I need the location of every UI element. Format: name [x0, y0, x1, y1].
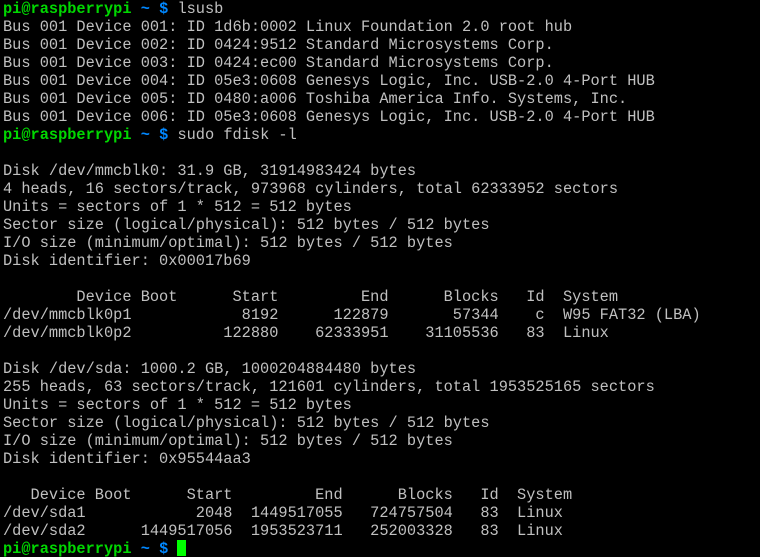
output-line: Units = sectors of 1 * 512 = 512 bytes	[3, 198, 352, 216]
prompt-user-host: pi@raspberrypi	[3, 0, 132, 18]
output-line: 4 heads, 16 sectors/track, 973968 cylind…	[3, 180, 619, 198]
output-line: Bus 001 Device 003: ID 0424:ec00 Standar…	[3, 54, 554, 72]
output-line: Bus 001 Device 001: ID 1d6b:0002 Linux F…	[3, 18, 573, 36]
partition-row: /dev/sda2 1449517056 1953523711 25200332…	[3, 522, 563, 540]
partition-table-header: Device Boot Start End Blocks Id System	[3, 288, 619, 306]
output-line: Sector size (logical/physical): 512 byte…	[3, 216, 490, 234]
output-line: Bus 001 Device 005: ID 0480:a006 Toshiba…	[3, 90, 628, 108]
prompt-line: pi@raspberrypi ~ $ lsusb	[3, 0, 760, 18]
prompt-symbol: $	[159, 0, 169, 18]
output-line: 255 heads, 63 sectors/track, 121601 cyli…	[3, 378, 655, 396]
command-text: lsusb	[177, 0, 224, 18]
output-line: Bus 001 Device 004: ID 05e3:0608 Genesys…	[3, 72, 655, 90]
prompt-line: pi@raspberrypi ~ $ sudo fdisk -l	[3, 126, 760, 144]
text-cursor	[177, 540, 187, 556]
output-line: I/O size (minimum/optimal): 512 bytes / …	[3, 432, 453, 450]
output-line: Disk /dev/sda: 1000.2 GB, 1000204884480 …	[3, 360, 417, 378]
partition-row: /dev/mmcblk0p1 8192 122879 57344 c W95 F…	[3, 306, 701, 324]
prompt-symbol: $	[159, 126, 169, 144]
partition-row: /dev/mmcblk0p2 122880 62333951 31105536 …	[3, 324, 609, 342]
prompt-user-host: pi@raspberrypi	[3, 126, 132, 144]
partition-row: /dev/sda1 2048 1449517055 724757504 83 L…	[3, 504, 563, 522]
prompt-path: ~	[140, 540, 150, 557]
output-line: Disk identifier: 0x00017b69	[3, 252, 251, 270]
output-line: Disk /dev/mmcblk0: 31.9 GB, 31914983424 …	[3, 162, 417, 180]
output-line: Disk identifier: 0x95544aa3	[3, 450, 251, 468]
command-text: sudo fdisk -l	[177, 126, 297, 144]
prompt-symbol: $	[159, 540, 169, 557]
partition-table-header: Device Boot Start End Blocks Id System	[3, 486, 573, 504]
prompt-user-host: pi@raspberrypi	[3, 540, 132, 557]
prompt-path: ~	[140, 0, 150, 18]
output-line: Sector size (logical/physical): 512 byte…	[3, 414, 490, 432]
terminal-window[interactable]: pi@raspberrypi ~ $ lsusb Bus 001 Device …	[0, 0, 760, 557]
output-line: I/O size (minimum/optimal): 512 bytes / …	[3, 234, 453, 252]
output-line: Bus 001 Device 002: ID 0424:9512 Standar…	[3, 36, 554, 54]
active-prompt-line[interactable]: pi@raspberrypi ~ $	[3, 540, 760, 557]
output-line: Units = sectors of 1 * 512 = 512 bytes	[3, 396, 352, 414]
output-line: Bus 001 Device 006: ID 05e3:0608 Genesys…	[3, 108, 655, 126]
prompt-path: ~	[140, 126, 150, 144]
